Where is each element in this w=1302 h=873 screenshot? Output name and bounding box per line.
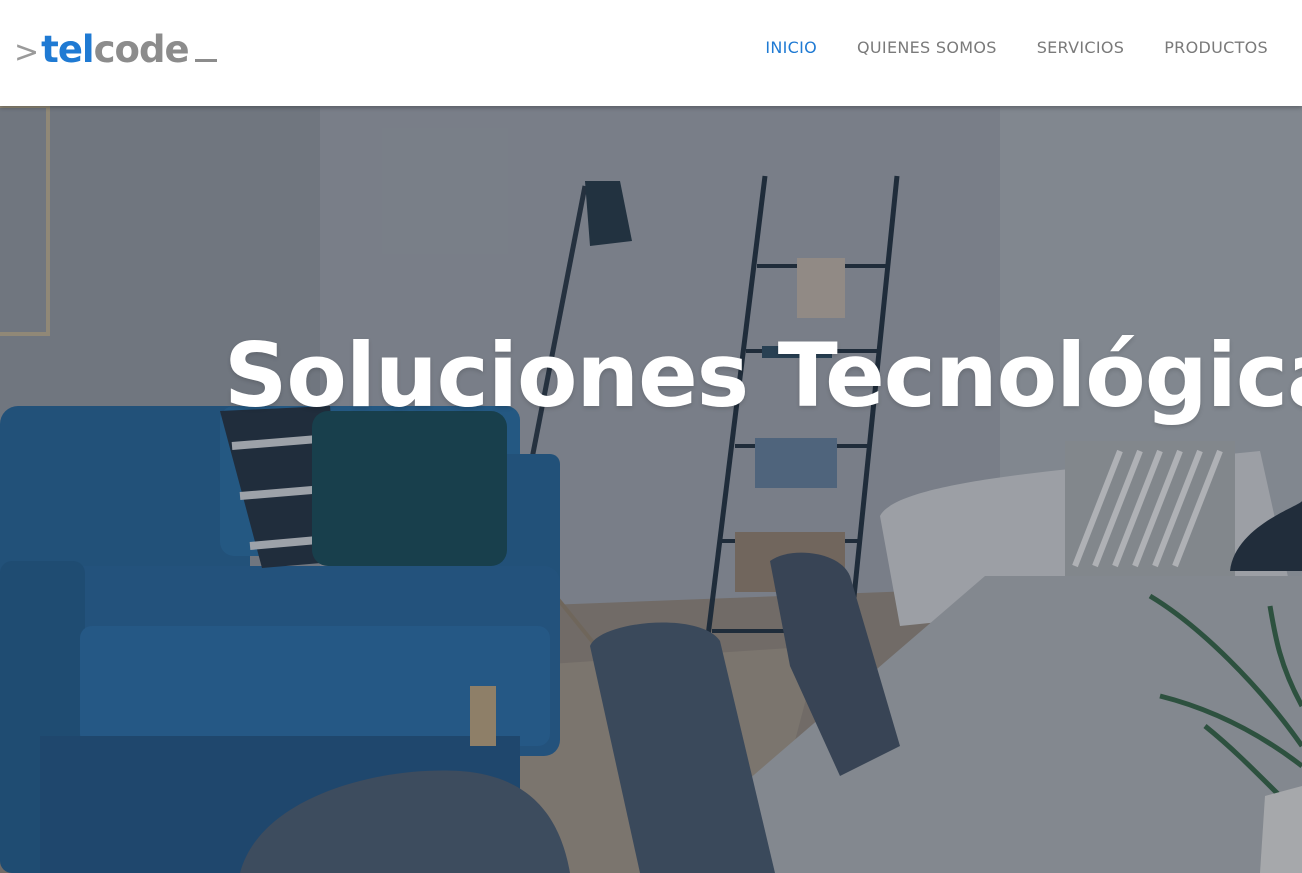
hero-background-image <box>0 106 1302 873</box>
hero-title: Soluciones Tecnológicas <box>224 324 1302 427</box>
logo-text-code: code <box>93 28 190 71</box>
nav-item-quienes-somos[interactable]: QUIENES SOMOS <box>857 38 997 57</box>
logo-prompt-glyph: > <box>14 35 40 70</box>
nav-item-inicio[interactable]: INICIO <box>765 38 817 57</box>
nav-item-productos[interactable]: PRODUCTOS <box>1164 38 1268 57</box>
hero-banner: Soluciones Tecnológicas <box>0 106 1302 873</box>
main-nav: INICIO QUIENES SOMOS SERVICIOS PRODUCTOS <box>765 38 1268 57</box>
logo-text-tel: tel <box>41 28 94 71</box>
nav-item-servicios[interactable]: SERVICIOS <box>1037 38 1125 57</box>
logo-cursor-underscore <box>194 59 217 62</box>
top-navbar: > tel code INICIO QUIENES SOMOS SERVICIO… <box>0 0 1302 106</box>
telcode-logo[interactable]: > tel code <box>14 28 217 78</box>
